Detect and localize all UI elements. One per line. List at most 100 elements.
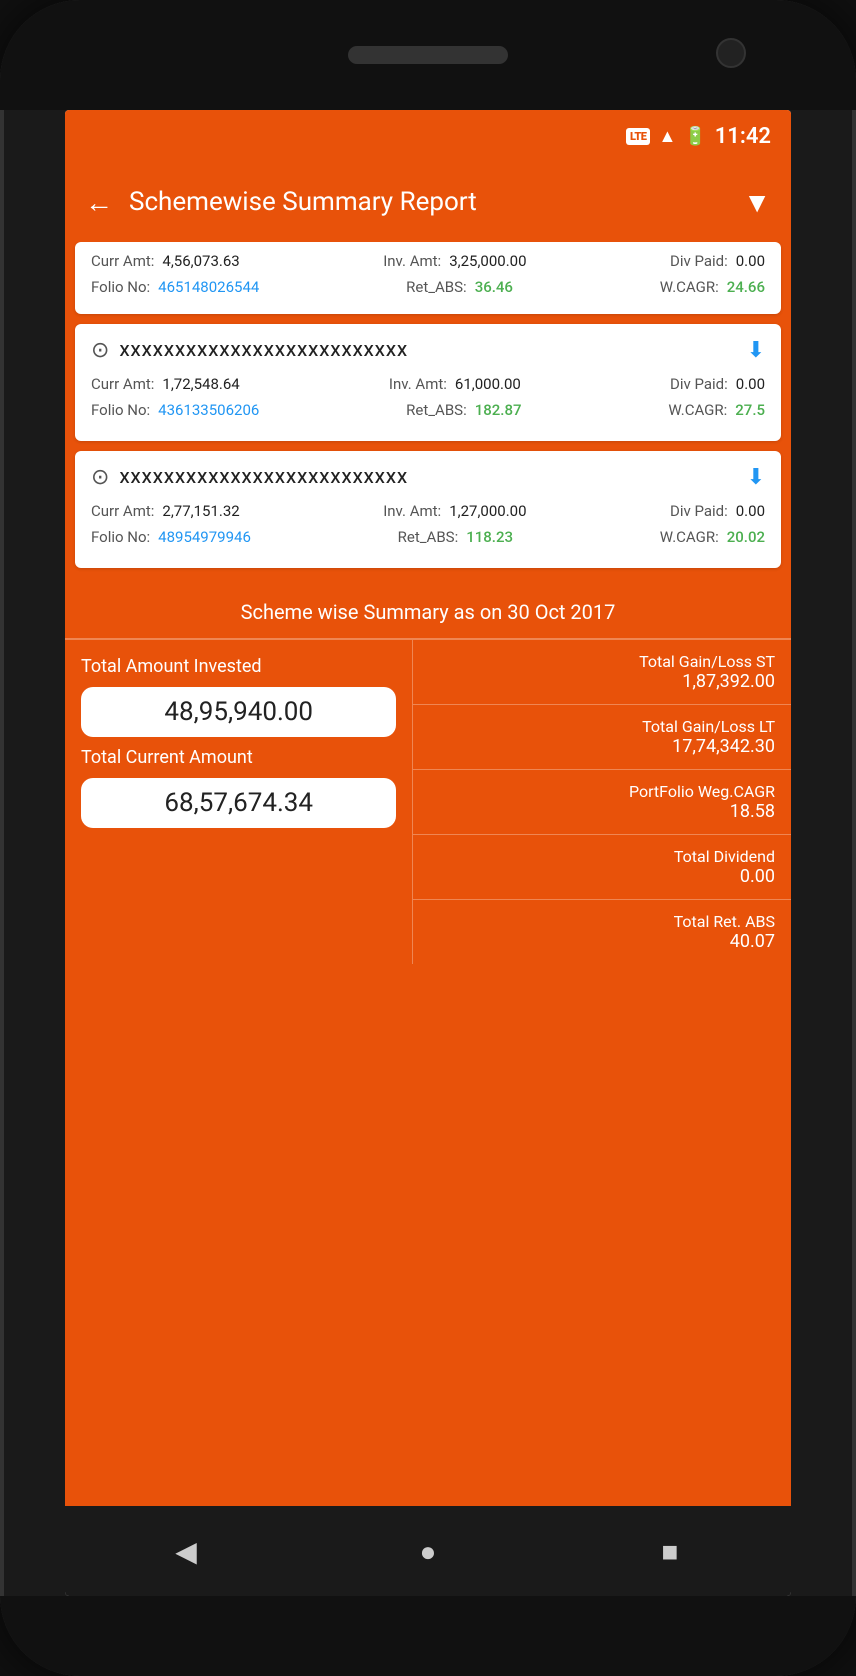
folio-label-partial: Folio No: bbox=[91, 278, 150, 296]
download-icon-2[interactable]: ⬇ bbox=[747, 465, 765, 490]
card2-folio-label: Folio No: bbox=[91, 528, 150, 546]
status-bar: LTE ▲ 🔋 11:42 bbox=[65, 110, 791, 162]
card1-folio-value[interactable]: 436133506206 bbox=[158, 401, 259, 419]
summary-grid: Total Amount Invested 48,95,940.00 Total… bbox=[65, 639, 791, 964]
person-icon-1: ⊙ bbox=[91, 338, 109, 363]
card1-div-value: 0.00 bbox=[736, 375, 765, 393]
phone-top-bezel bbox=[0, 0, 856, 110]
card2-inv-label: Inv. Amt: bbox=[383, 502, 441, 520]
back-button[interactable]: ← bbox=[85, 186, 113, 219]
card1-header: ⊙ XXXXXXXXXXXXXXXXXXXXXXXXXX ⬇ bbox=[91, 338, 765, 363]
div-paid-label-partial: Div Paid: bbox=[670, 252, 728, 270]
ret-abs-label-partial: Ret_ABS: bbox=[406, 278, 467, 296]
card1-row2: Folio No: 436133506206 Ret_ABS: 182.87 W… bbox=[91, 401, 765, 419]
total-current-value: 68,57,674.34 bbox=[164, 788, 313, 818]
summary-section: Scheme wise Summary as on 30 Oct 2017 To… bbox=[65, 578, 791, 964]
card1-wcagr-label: W.CAGR: bbox=[668, 401, 727, 419]
filter-icon[interactable]: ▼ bbox=[743, 186, 771, 219]
card1-inv-label: Inv. Amt: bbox=[389, 375, 447, 393]
status-icons: LTE ▲ 🔋 11:42 bbox=[626, 124, 771, 149]
portfolio-wcagr-label: PortFolio Weg.CAGR bbox=[629, 782, 775, 801]
time-display: 11:42 bbox=[715, 124, 771, 149]
card2-row2: Folio No: 48954979946 Ret_ABS: 118.23 W.… bbox=[91, 528, 765, 546]
card1-row1: Curr Amt: 1,72,548.64 Inv. Amt: 61,000.0… bbox=[91, 375, 765, 393]
wcagr-label-partial: W.CAGR: bbox=[660, 278, 719, 296]
speaker bbox=[348, 46, 508, 64]
person-icon-2: ⊙ bbox=[91, 465, 109, 490]
app-header: ← Schemewise Summary Report ▼ bbox=[65, 162, 791, 242]
card1-ret-label: Ret_ABS: bbox=[406, 401, 467, 419]
lte-badge: LTE bbox=[626, 128, 650, 145]
card1-title-row: ⊙ XXXXXXXXXXXXXXXXXXXXXXXXXX bbox=[91, 338, 747, 363]
gain-loss-st-label: Total Gain/Loss ST bbox=[639, 652, 775, 671]
card1-ret-value: 182.87 bbox=[475, 401, 522, 419]
download-icon-1[interactable]: ⬇ bbox=[747, 338, 765, 363]
card2-curr-label: Curr Amt: bbox=[91, 502, 154, 520]
card1-div-label: Div Paid: bbox=[670, 375, 728, 393]
total-dividend-label: Total Dividend bbox=[674, 847, 775, 866]
total-ret-abs-value: 40.07 bbox=[730, 931, 775, 952]
card2-curr-value: 2,77,151.32 bbox=[162, 502, 239, 520]
gain-loss-st-row: Total Gain/Loss ST 1,87,392.00 bbox=[413, 640, 791, 705]
back-nav-button[interactable]: ◀ bbox=[156, 1521, 216, 1581]
gain-loss-st-value: 1,87,392.00 bbox=[682, 671, 775, 692]
card2-folio-value[interactable]: 48954979946 bbox=[158, 528, 251, 546]
summary-title: Scheme wise Summary as on 30 Oct 2017 bbox=[65, 588, 791, 639]
card2-row1: Curr Amt: 2,77,151.32 Inv. Amt: 1,27,000… bbox=[91, 502, 765, 520]
card2-name: XXXXXXXXXXXXXXXXXXXXXXXXXX bbox=[119, 468, 408, 487]
total-current-box: 68,57,674.34 bbox=[81, 778, 396, 828]
card2-wcagr-value: 20.02 bbox=[727, 528, 765, 546]
partial-card-row1: Curr Amt: 4,56,073.63 Inv. Amt: 3,25,000… bbox=[91, 252, 765, 270]
card2-header: ⊙ XXXXXXXXXXXXXXXXXXXXXXXXXX ⬇ bbox=[91, 465, 765, 490]
div-paid-value-partial: 0.00 bbox=[736, 252, 765, 270]
card1-inv-value: 61,000.00 bbox=[455, 375, 521, 393]
card2-title-row: ⊙ XXXXXXXXXXXXXXXXXXXXXXXXXX bbox=[91, 465, 747, 490]
portfolio-wcagr-row: PortFolio Weg.CAGR 18.58 bbox=[413, 770, 791, 835]
summary-right-col: Total Gain/Loss ST 1,87,392.00 Total Gai… bbox=[413, 640, 791, 964]
recents-nav-button[interactable]: ■ bbox=[640, 1521, 700, 1581]
gain-loss-lt-row: Total Gain/Loss LT 17,74,342.30 bbox=[413, 705, 791, 770]
nav-bar: ◀ ● ■ bbox=[65, 1506, 791, 1596]
card1-curr-value: 1,72,548.64 bbox=[162, 375, 239, 393]
total-invested-value: 48,95,940.00 bbox=[164, 697, 313, 727]
curr-amt-value-partial: 4,56,073.63 bbox=[162, 252, 239, 270]
portfolio-wcagr-value: 18.58 bbox=[730, 801, 775, 822]
card1-name: XXXXXXXXXXXXXXXXXXXXXXXXXX bbox=[119, 341, 408, 360]
home-nav-button[interactable]: ● bbox=[398, 1521, 458, 1581]
summary-left-col: Total Amount Invested 48,95,940.00 Total… bbox=[65, 640, 413, 964]
battery-icon: 🔋 bbox=[684, 126, 706, 147]
card1-curr-label: Curr Amt: bbox=[91, 375, 154, 393]
screen: LTE ▲ 🔋 11:42 ← Schemewise Summary Repor… bbox=[65, 110, 791, 1596]
content-area: Curr Amt: 4,56,073.63 Inv. Amt: 3,25,000… bbox=[65, 242, 791, 1506]
total-invested-box: 48,95,940.00 bbox=[81, 687, 396, 737]
scheme-card-2: ⊙ XXXXXXXXXXXXXXXXXXXXXXXXXX ⬇ Curr Amt:… bbox=[75, 451, 781, 568]
phone-shell: LTE ▲ 🔋 11:42 ← Schemewise Summary Repor… bbox=[0, 0, 856, 1676]
folio-value-partial[interactable]: 465148026544 bbox=[158, 278, 259, 296]
total-ret-abs-row: Total Ret. ABS 40.07 bbox=[413, 900, 791, 964]
card1-folio-label: Folio No: bbox=[91, 401, 150, 419]
gain-loss-lt-value: 17,74,342.30 bbox=[672, 736, 775, 757]
inv-amt-label-partial: Inv. Amt: bbox=[383, 252, 441, 270]
total-current-label: Total Current Amount bbox=[81, 747, 253, 768]
phone-bottom-bezel bbox=[0, 1596, 856, 1676]
signal-icon: ▲ bbox=[658, 126, 676, 147]
total-ret-abs-label: Total Ret. ABS bbox=[674, 912, 775, 931]
card2-inv-value: 1,27,000.00 bbox=[449, 502, 526, 520]
card2-div-label: Div Paid: bbox=[670, 502, 728, 520]
partial-card-row2: Folio No: 465148026544 Ret_ABS: 36.46 W.… bbox=[91, 278, 765, 296]
card2-wcagr-label: W.CAGR: bbox=[660, 528, 719, 546]
ret-abs-value-partial: 36.46 bbox=[475, 278, 513, 296]
page-title: Schemewise Summary Report bbox=[129, 187, 727, 217]
total-invested-label: Total Amount Invested bbox=[81, 656, 262, 677]
wcagr-value-partial: 24.66 bbox=[727, 278, 765, 296]
total-dividend-value: 0.00 bbox=[740, 866, 775, 887]
card2-ret-label: Ret_ABS: bbox=[398, 528, 459, 546]
curr-amt-label-partial: Curr Amt: bbox=[91, 252, 154, 270]
card1-wcagr-value: 27.5 bbox=[735, 401, 765, 419]
card2-ret-value: 118.23 bbox=[466, 528, 513, 546]
scheme-card-1: ⊙ XXXXXXXXXXXXXXXXXXXXXXXXXX ⬇ Curr Amt:… bbox=[75, 324, 781, 441]
card2-div-value: 0.00 bbox=[736, 502, 765, 520]
gain-loss-lt-label: Total Gain/Loss LT bbox=[642, 717, 775, 736]
camera bbox=[716, 38, 746, 68]
partial-card: Curr Amt: 4,56,073.63 Inv. Amt: 3,25,000… bbox=[75, 242, 781, 314]
